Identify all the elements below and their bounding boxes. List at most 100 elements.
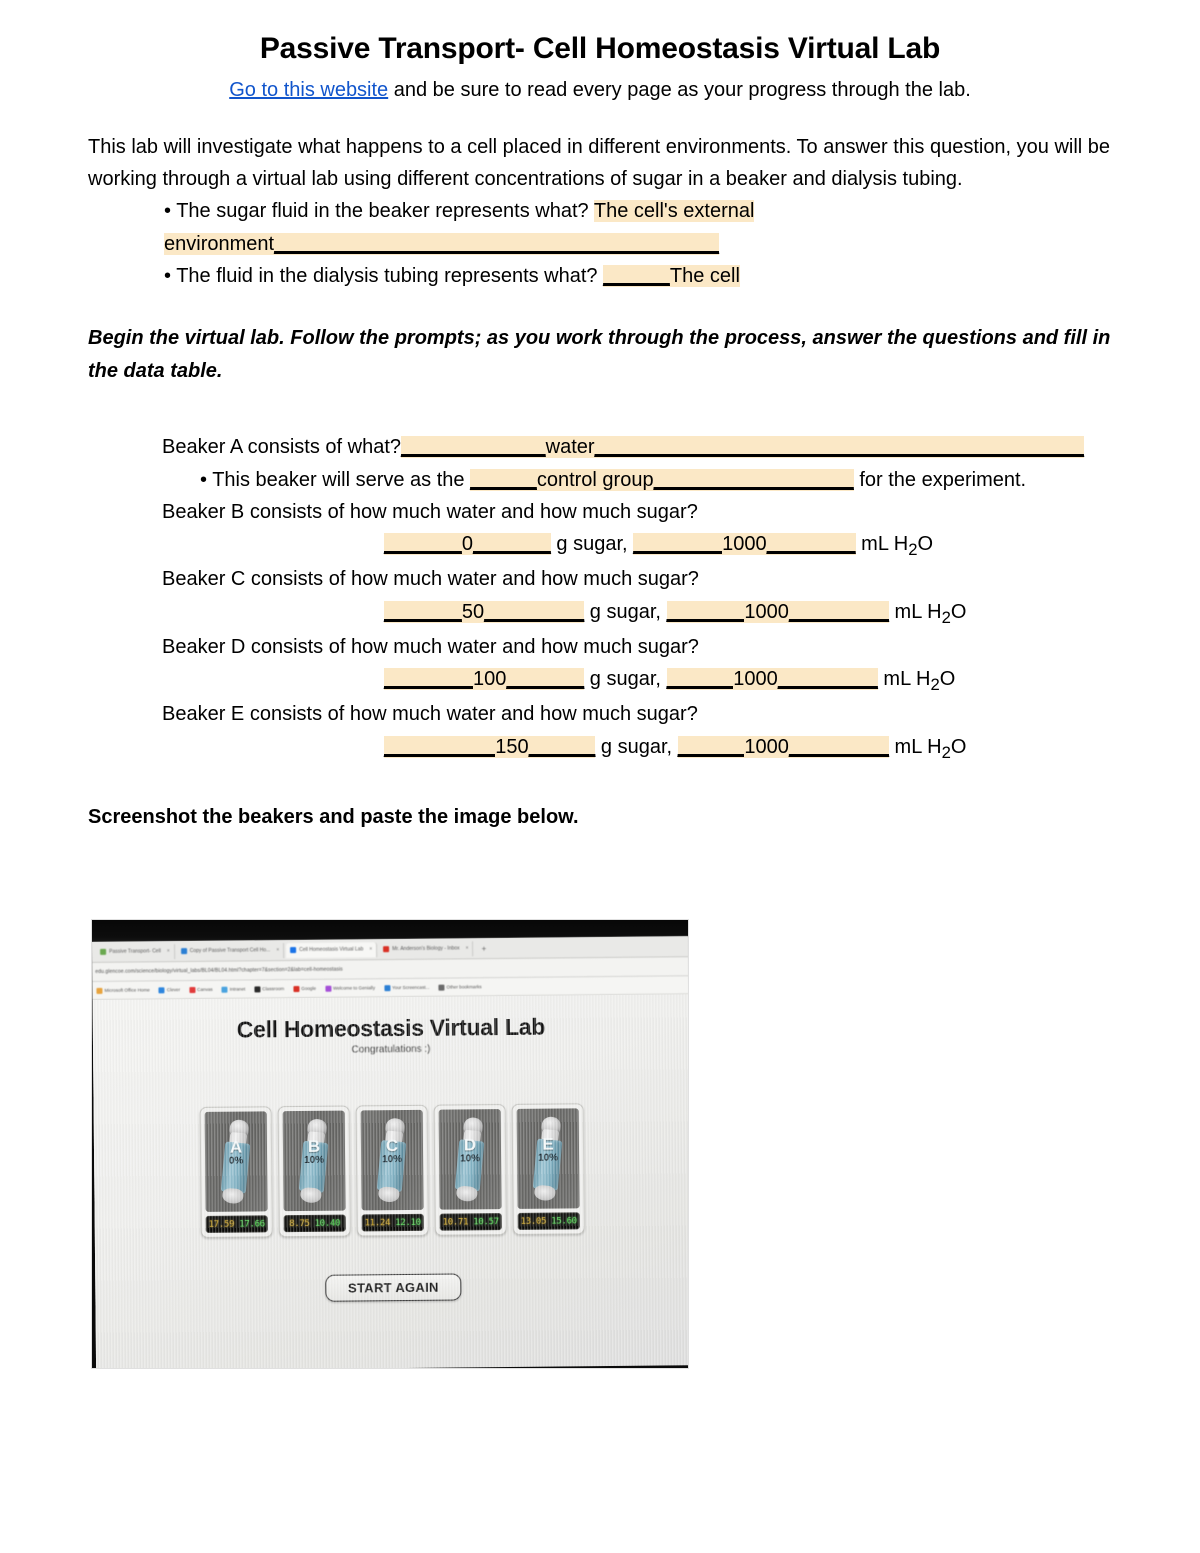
bookmark-favicon-icon: [96, 987, 103, 994]
readout-final-value: 10.57: [473, 1216, 499, 1227]
beaker-b-question: Beaker B consists of how much water and …: [162, 501, 698, 524]
beaker-result-b[interactable]: B 10% 8.75 10.40: [277, 1105, 351, 1238]
beaker-d-answer-line: ________100_______ g sugar, ______1000__…: [162, 663, 1112, 698]
other-bookmarks-item[interactable]: Other bookmarks: [438, 984, 482, 991]
beaker-d-water-value: 1000: [733, 668, 778, 691]
beaker-c-sugar-value: 50: [461, 600, 485, 623]
tab-close-icon[interactable]: ×: [369, 946, 372, 952]
beaker-a-control-line: • This beaker will serve as the ______co…: [162, 464, 1112, 496]
lab-app-title: Cell Homeostasis Virtual Lab: [236, 1013, 546, 1043]
tab-close-icon[interactable]: ×: [167, 948, 170, 954]
bookmark-label: Classroom: [262, 986, 285, 992]
browser-tab[interactable]: Passive Transport- Cell ×: [96, 943, 175, 960]
beaker-b-answer-line: _______0_______ g sugar, ________1000___…: [162, 528, 1112, 563]
beaker-c-water-suffix: O: [950, 600, 967, 623]
beaker-a-control-answer: control group: [536, 468, 654, 491]
start-again-button[interactable]: START AGAIN: [324, 1273, 462, 1302]
beaker-a-control-prompt: • This beaker will serve as the: [200, 468, 471, 491]
beaker-d-water-lead: ______: [666, 668, 734, 691]
beaker-stage: B 10%: [282, 1110, 346, 1212]
readout-final-value: 15.60: [551, 1215, 577, 1227]
beaker-a-control-tail: for the experiment.: [853, 468, 1027, 491]
tube-foot: [377, 1186, 400, 1203]
beaker-b-water-trail: ________: [766, 533, 856, 556]
browser-tab-active[interactable]: Cell Homeostasis Virtual Lab ×: [286, 941, 378, 958]
tab-label: Passive Transport- Cell: [109, 948, 161, 955]
bookmark-item[interactable]: Your Screencast...: [384, 984, 430, 991]
beaker-b-water-suffix: O: [917, 533, 934, 556]
tab-label: Copy of Passive Transport Cell Ho...: [189, 947, 271, 955]
beaker-b-sugar-value: 0: [461, 533, 473, 556]
beaker-result-d[interactable]: D 10% 10.71 10.57: [433, 1104, 507, 1236]
beaker-result-e[interactable]: E 10% 13.05 15.60: [511, 1103, 585, 1235]
beaker-d-water-unit: mL H: [877, 668, 931, 691]
go-to-website-link[interactable]: Go to this website: [229, 79, 388, 101]
bookmark-favicon-icon: [384, 984, 391, 991]
question-dialysis-tubing: • The fluid in the dialysis tubing repre…: [88, 260, 1112, 292]
beaker-a-question: Beaker A consists of what?_____________w…: [162, 431, 1112, 463]
beaker-c-subscript: 2: [941, 607, 951, 627]
bookmark-item[interactable]: Classroom: [254, 985, 285, 992]
virtual-lab-app: Cell Homeostasis Virtual Lab Congratulat…: [92, 994, 688, 1368]
beaker-d-sugar-lead: ________: [384, 668, 473, 691]
tab-close-icon[interactable]: ×: [276, 947, 279, 953]
beaker-d-sugar-trail: _______: [506, 668, 585, 691]
bookmark-item[interactable]: Clever: [158, 986, 181, 993]
tab-favicon-icon: [180, 948, 187, 955]
tube-foot: [299, 1186, 322, 1204]
beaker-a-prompt: Beaker A consists of what?: [162, 436, 402, 459]
beaker-b-sugar-trail: _______: [473, 533, 551, 556]
tab-close-icon[interactable]: ×: [466, 945, 469, 951]
beaker-d-question: Beaker D consists of how much water and …: [162, 635, 699, 658]
beaker-e-subscript: 2: [941, 742, 951, 762]
page-title: Passive Transport- Cell Homeostasis Virt…: [259, 32, 941, 65]
bookmark-item[interactable]: Google: [293, 985, 316, 992]
bookmark-item[interactable]: Microsoft Office Home: [96, 987, 150, 994]
bookmark-item[interactable]: Intranet: [221, 986, 246, 993]
bookmark-favicon-icon: [293, 985, 300, 992]
question-sugar-fluid: • The sugar fluid in the beaker represen…: [88, 195, 1112, 260]
readout-initial-value: 8.75: [289, 1218, 310, 1229]
beaker-e-sugar-value: 150: [495, 735, 529, 758]
beaker-d-sugar-value: 100: [472, 668, 507, 691]
beaker-c-sugar-trail: _________: [484, 600, 585, 623]
beaker-percent: 10%: [304, 1154, 325, 1166]
beaker-c-water-value: 1000: [744, 600, 789, 623]
bookmark-label: Your Screencast...: [392, 984, 430, 991]
tab-label: Mr. Anderson's Biology - Inbox: [392, 945, 460, 953]
beaker-readout: 11.24 12.10: [361, 1213, 424, 1232]
tab-favicon-icon: [100, 948, 107, 955]
beaker-questions-block: Beaker A consists of what?_____________w…: [88, 431, 1112, 765]
tube-foot: [533, 1184, 556, 1202]
beaker-c-sugar-unit: g sugar,: [584, 600, 667, 623]
bookmark-item[interactable]: Canvas: [189, 986, 213, 993]
beaker-result-c[interactable]: C 10% 11.24 12.10: [355, 1104, 429, 1237]
beaker-b-water-lead: ________: [633, 533, 723, 556]
begin-lab-instruction: Begin the virtual lab. Follow the prompt…: [88, 327, 1111, 382]
browser-tab[interactable]: Mr. Anderson's Biology - Inbox ×: [379, 940, 474, 957]
beaker-b-water-value: 1000: [722, 533, 767, 556]
readout-final-value: 10.40: [314, 1218, 341, 1229]
beaker-result-a[interactable]: A 0% 17.59 17.66: [199, 1106, 273, 1238]
beaker-b-sugar-unit: g sugar,: [550, 533, 634, 556]
beaker-a-answer: water: [545, 436, 595, 459]
bookmark-label: Other bookmarks: [446, 984, 482, 990]
beaker-b-sugar-lead: _______: [384, 533, 462, 556]
beaker-d-sugar-unit: g sugar,: [584, 668, 667, 691]
website-instruction-rest: and be sure to read every page as your p…: [388, 78, 971, 101]
browser-tab[interactable]: Copy of Passive Transport Cell Ho... ×: [176, 942, 285, 959]
readout-initial-value: 17.59: [208, 1219, 235, 1230]
embedded-lab-screenshot-photo: Passive Transport- Cell × Copy of Passiv…: [92, 920, 688, 1368]
bookmark-favicon-icon: [325, 985, 332, 992]
bookmark-item[interactable]: Welcome to Genially: [325, 985, 375, 992]
beaker-percent: 10%: [460, 1153, 481, 1165]
intro-paragraph: This lab will investigate what happens t…: [88, 135, 1111, 190]
start-again-row: START AGAIN: [95, 1271, 688, 1304]
question-sugar-fluid-prompt: • The sugar fluid in the beaker represen…: [164, 200, 594, 223]
bookmark-label: Canvas: [197, 986, 213, 992]
beaker-readout: 10.71 10.57: [439, 1213, 502, 1231]
beaker-c-water-trail: _________: [788, 600, 889, 623]
beaker-readout: 13.05 15.60: [517, 1212, 580, 1230]
bookmark-label: Clever: [166, 987, 181, 993]
new-tab-button[interactable]: +: [476, 944, 493, 953]
